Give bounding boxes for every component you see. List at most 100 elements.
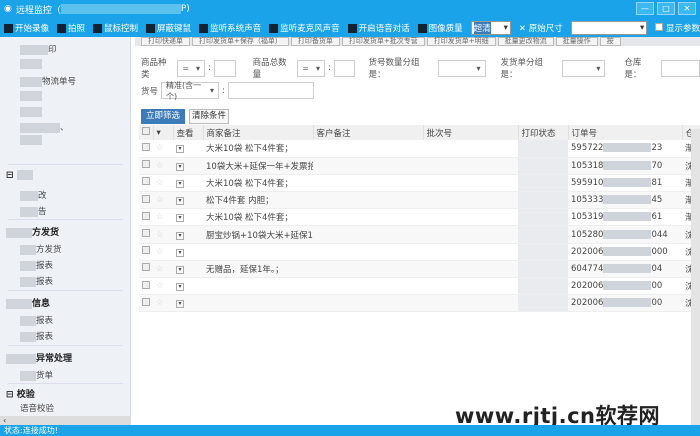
product-total-op-select[interactable]: = ▾ <box>297 59 325 77</box>
table-row[interactable]: ☆ ▾ 大米10袋 松下4件套； 105319 61 渐 <box>139 208 700 227</box>
row-checkbox[interactable] <box>139 243 153 261</box>
sidebar-item[interactable]: 改 <box>20 189 47 201</box>
action-button[interactable]: 批量更改物流 <box>497 37 554 46</box>
quality-select[interactable]: 超清 ▾ <box>470 20 511 35</box>
sidebar-item[interactable]: 货单 <box>20 369 53 381</box>
view-toggle-icon[interactable]: ▾ <box>173 157 203 175</box>
action-button[interactable]: 打印发货单+明细 <box>426 37 496 46</box>
sidebar-item[interactable]: 印 <box>20 43 57 55</box>
view-toggle-icon[interactable]: ▾ <box>173 174 203 193</box>
product-type-input[interactable] <box>213 59 236 77</box>
ship-group-select[interactable]: ▾ <box>561 59 606 77</box>
action-button[interactable]: 批量操作 <box>555 37 598 46</box>
row-checkbox[interactable] <box>139 191 153 210</box>
table-row[interactable]: ☆ ▾ 202006 00 沈 <box>139 294 700 313</box>
warehouse-input[interactable] <box>660 59 700 77</box>
sidebar-item[interactable] <box>20 135 42 146</box>
sidebar-item[interactable]: 告 <box>20 205 47 217</box>
voice-chat-button[interactable]: 开启语音对话 <box>347 22 410 34</box>
action-button[interactable]: 打印发货单+保存（福单） <box>192 37 289 46</box>
table-row[interactable]: ☆ ▾ 大米10袋 松下4件套； 595722 23 渐 <box>139 140 700 158</box>
minimize-button[interactable]: — <box>636 2 654 15</box>
view-toggle-icon[interactable]: ▾ <box>173 294 203 313</box>
star-icon[interactable]: ☆ <box>153 157 173 175</box>
sidebar-group[interactable]: 信息 <box>6 296 50 309</box>
star-icon[interactable]: ☆ <box>153 243 173 261</box>
view-toggle-icon[interactable]: ▾ <box>173 277 203 296</box>
horizontal-scrollbar[interactable]: ‹ <box>0 416 131 425</box>
col-print-status[interactable]: 打印状态 <box>518 125 569 140</box>
view-toggle-icon[interactable]: ▾ <box>173 225 203 244</box>
star-icon[interactable]: ☆ <box>153 191 173 210</box>
original-size-button[interactable]: ✕ 原始尺寸 <box>519 22 563 34</box>
row-checkbox[interactable] <box>139 174 153 193</box>
view-toggle-icon[interactable]: ▾ <box>173 140 203 158</box>
sku-group-select[interactable]: ▾ <box>438 59 486 77</box>
action-button[interactable]: 按 <box>599 37 621 46</box>
table-row[interactable]: ☆ ▾ 202006 000 沈 <box>139 243 700 261</box>
col-view[interactable]: 查看 <box>173 125 204 140</box>
show-params-checkbox[interactable]: 显示参数 <box>655 22 700 34</box>
star-icon[interactable]: ☆ <box>153 174 173 193</box>
system-audio-button[interactable]: 监听系统声音 <box>199 22 261 34</box>
photo-button[interactable]: 拍照 <box>57 22 85 34</box>
close-button[interactable]: ✕ <box>678 2 696 15</box>
star-sort-header[interactable]: ▾ <box>153 125 174 140</box>
sidebar-item[interactable] <box>20 107 42 118</box>
table-row[interactable]: ☆ ▾ 10袋大米+延保一年+发票抬头— 10531870 沈 <box>139 157 700 175</box>
sidebar-item[interactable]: 报表 <box>20 259 53 271</box>
table-row[interactable]: ☆ ▾ 无赠品，延保1年。； 604774 04 沈 <box>139 260 700 279</box>
action-button[interactable]: 打印快递单 <box>141 37 190 46</box>
row-checkbox[interactable] <box>139 225 153 244</box>
view-toggle-icon[interactable]: ▾ <box>173 260 203 279</box>
sidebar-item[interactable]: 报表 <box>20 330 53 342</box>
row-checkbox[interactable] <box>139 277 153 296</box>
sidebar-item[interactable] <box>20 59 42 70</box>
sidebar-item[interactable]: 物流单号 <box>20 75 76 87</box>
product-type-op-select[interactable]: = ▾ <box>177 59 206 77</box>
mouse-control-button[interactable]: 鼠标控制 <box>93 22 138 34</box>
row-checkbox[interactable] <box>139 140 153 158</box>
table-row[interactable]: ☆ ▾ 厨宝炒锅+10袋大米+延保1年； 105280044 沈 <box>139 225 700 244</box>
block-input-button[interactable]: 屏蔽键鼠 <box>146 22 191 34</box>
star-icon[interactable]: ☆ <box>153 140 173 158</box>
star-icon[interactable]: ☆ <box>153 208 173 227</box>
star-icon[interactable]: ☆ <box>153 277 173 296</box>
sidebar-item[interactable]: 报表 <box>20 314 53 326</box>
product-total-input[interactable] <box>333 59 356 77</box>
sidebar-group[interactable]: ⊟ <box>6 170 33 181</box>
clear-filter-button[interactable]: 清除条件 <box>189 109 229 124</box>
row-checkbox[interactable] <box>139 208 153 227</box>
row-checkbox[interactable] <box>139 294 153 313</box>
action-button[interactable]: 打印发货单+批次专营 <box>341 37 425 46</box>
view-toggle-icon[interactable]: ▾ <box>173 243 203 261</box>
col-order-number[interactable]: 订单号 <box>568 125 683 140</box>
sidebar-item[interactable]: 语音校验 <box>20 402 54 414</box>
sidebar-group[interactable]: ⊟ 校验 <box>6 387 35 400</box>
table-row[interactable]: ☆ ▾ 松下4件套 内胆； 105333 45 渐 <box>139 191 700 210</box>
sidebar-item[interactable]: 方发货 <box>20 243 62 255</box>
col-merchant-note[interactable]: 商家备注 <box>203 125 314 140</box>
col-batch[interactable]: 批次号 <box>423 125 519 140</box>
size-select[interactable]: ▾ <box>570 20 648 35</box>
mic-audio-button[interactable]: 监听麦克风声音 <box>269 22 340 34</box>
table-row[interactable]: ☆ ▾ 202006 00 沈 <box>139 277 700 296</box>
sidebar-group[interactable]: 方发货 <box>6 225 59 238</box>
table-row[interactable]: ☆ ▾ 大米10袋 松下4件套； 595910 81 渐 <box>139 174 700 193</box>
sku-input[interactable] <box>227 82 314 99</box>
sidebar-item[interactable]: 、 <box>20 121 69 133</box>
sidebar-group[interactable]: 异常处理 <box>6 351 72 364</box>
view-toggle-icon[interactable]: ▾ <box>173 208 203 227</box>
star-icon[interactable]: ☆ <box>153 260 173 279</box>
select-all-checkbox[interactable] <box>139 125 154 140</box>
vertical-scrollbar[interactable] <box>691 129 700 425</box>
star-icon[interactable]: ☆ <box>153 225 173 244</box>
view-toggle-icon[interactable]: ▾ <box>173 191 203 210</box>
row-checkbox[interactable] <box>139 157 153 175</box>
sku-mode-select[interactable]: 精准(含一个) ▾ <box>161 81 220 101</box>
maximize-button[interactable]: □ <box>657 2 675 15</box>
sidebar-item[interactable]: 报表 <box>20 275 53 287</box>
row-checkbox[interactable] <box>139 260 153 279</box>
col-customer-note[interactable]: 客户备注 <box>313 125 424 140</box>
sidebar-item[interactable] <box>20 91 42 102</box>
